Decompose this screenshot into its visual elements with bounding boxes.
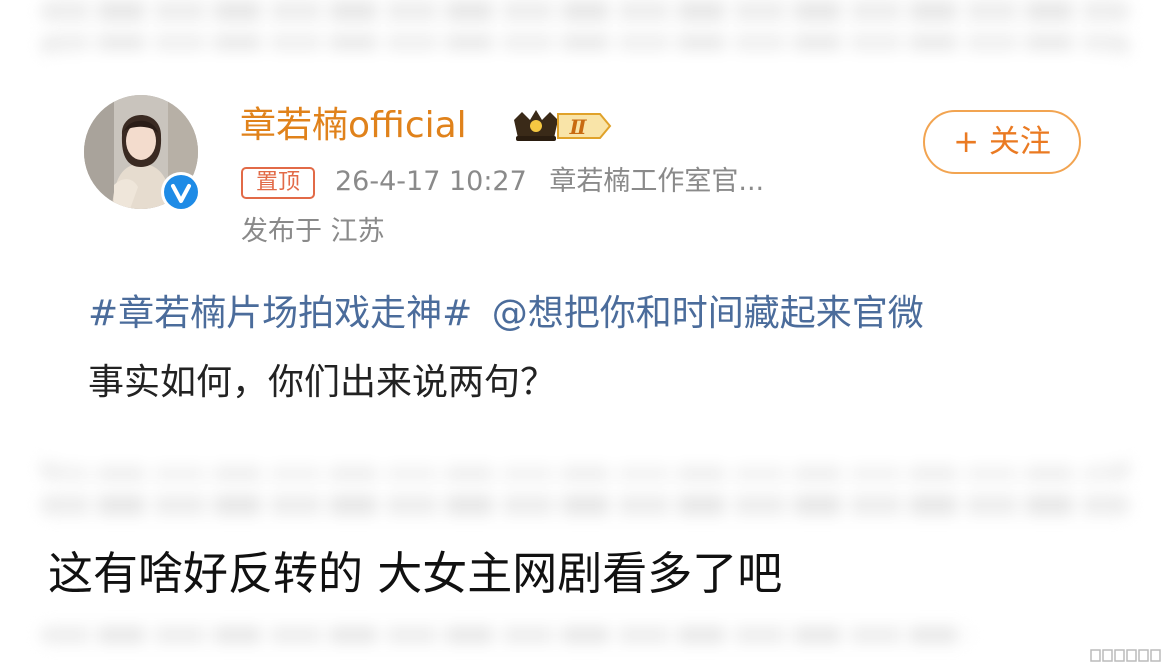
follow-button[interactable]: + 关注 bbox=[923, 110, 1081, 174]
post-timestamp: 26-4-17 10:27 bbox=[335, 166, 527, 197]
post-meta: 26-4-17 10:27 章若楠工作室官... bbox=[335, 164, 764, 200]
author-name[interactable]: 章若楠official bbox=[240, 104, 467, 148]
hashtag-link[interactable]: #章若楠片场拍戏走神# bbox=[88, 293, 472, 334]
watermark-icon bbox=[1090, 647, 1162, 662]
crown-vip-badge-icon[interactable]: Ⅱ bbox=[508, 106, 614, 146]
post-location: 发布于 江苏 bbox=[241, 216, 385, 247]
verified-badge-icon bbox=[161, 172, 201, 212]
blurred-background-text-top bbox=[40, 0, 1130, 22]
blurred-background-text-top-2 bbox=[40, 34, 1130, 56]
weibo-post-card: 章若楠official Ⅱ + 关注 置顶 26-4-17 10:27 章若楠工… bbox=[48, 68, 1122, 454]
blurred-background-text-bottom-3 bbox=[40, 626, 970, 644]
mention-link[interactable]: @想把你和时间藏起来官微 bbox=[492, 293, 924, 334]
post-source[interactable]: 章若楠工作室官... bbox=[549, 166, 764, 197]
pinned-badge: 置顶 bbox=[241, 167, 315, 199]
vip-level-label: Ⅱ bbox=[569, 115, 588, 139]
post-text-line-1: #章若楠片场拍戏走神# @想把你和时间藏起来官微 bbox=[88, 289, 924, 339]
blurred-background-text-bottom-2 bbox=[40, 494, 1130, 516]
post-text-line-2: 事实如何，你们出来说两句？ bbox=[88, 362, 557, 403]
caption-text: 这有啥好反转的 大女主网剧看多了吧 bbox=[48, 547, 783, 600]
blurred-background-text-bottom bbox=[40, 458, 1130, 480]
